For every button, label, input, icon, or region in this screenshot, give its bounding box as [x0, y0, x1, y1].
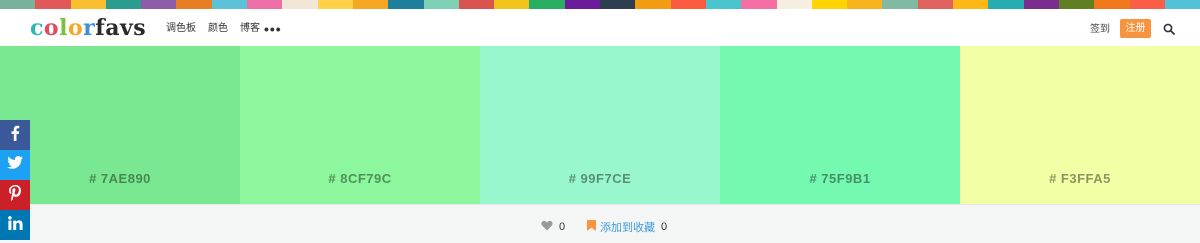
color-strip-segment	[352, 0, 389, 9]
color-strip-segment	[705, 0, 742, 9]
color-swatch[interactable]: # 99F7CE	[480, 46, 720, 204]
color-strip-segment	[1023, 0, 1059, 9]
color-strip-segment	[105, 0, 142, 9]
nav-link-blog[interactable]: 博客	[240, 22, 260, 36]
color-strip-segment	[494, 0, 530, 9]
color-strip-segment	[882, 0, 918, 9]
linkedin-share-button[interactable]	[0, 210, 30, 240]
login-link[interactable]: 签到	[1090, 23, 1110, 37]
facebook-share-button[interactable]	[0, 120, 30, 150]
swatch-hex-label: # 75F9B1	[809, 171, 871, 186]
color-strip-segment	[458, 0, 495, 9]
palette-actions: 0 添加到收藏 0	[0, 204, 1200, 243]
nav-link-colors[interactable]: 颜色	[208, 22, 228, 36]
pinterest-icon	[9, 184, 21, 206]
color-strip-segment	[847, 0, 883, 9]
logo-letter: r	[83, 15, 96, 41]
favorite-count: 0	[661, 221, 668, 233]
palette-swatches: # 7AE890 # 8CF79C # 99F7CE # 75F9B1 # F3…	[0, 46, 1200, 204]
color-strip-segment	[600, 0, 636, 9]
facebook-icon	[10, 125, 20, 146]
color-strip-segment	[988, 0, 1024, 9]
color-strip-segment	[317, 0, 353, 9]
color-strip-segment	[282, 0, 318, 9]
logo-letter: f	[95, 15, 106, 41]
twitter-share-button[interactable]	[0, 150, 30, 180]
swatch-hex-label: # F3FFA5	[1049, 171, 1111, 186]
color-swatch[interactable]: # 7AE890	[0, 46, 240, 204]
color-strip-segment	[1129, 0, 1165, 9]
add-to-favorites-label: 添加到收藏	[600, 222, 655, 234]
color-strip-segment	[211, 0, 248, 9]
bookmark-icon	[587, 218, 596, 236]
color-strip-segment	[741, 0, 777, 9]
nav-links: 调色板 颜色 博客	[166, 22, 272, 36]
color-swatch[interactable]: # 75F9B1	[720, 46, 960, 204]
logo-letter: a	[105, 15, 120, 41]
color-strip-segment	[776, 0, 812, 9]
color-strip-segment	[388, 0, 424, 9]
like-button[interactable]: 0	[541, 218, 565, 236]
social-share-bar	[0, 120, 30, 240]
register-button[interactable]: 注册	[1120, 19, 1151, 38]
swatch-hex-label: # 7AE890	[89, 171, 151, 186]
color-strip-segment	[1164, 0, 1200, 9]
pinterest-share-button[interactable]	[0, 180, 30, 210]
color-strip-segment	[811, 0, 848, 9]
top-nav: colorfavs 调色板 颜色 博客 ••• 签到 注册	[0, 9, 1200, 46]
color-strip-segment	[35, 0, 71, 9]
color-strip-segment	[953, 0, 989, 9]
search-icon[interactable]	[1163, 22, 1175, 35]
logo-letter: v	[119, 15, 134, 41]
nav-link-palettes[interactable]: 调色板	[166, 22, 196, 36]
logo-letter: c	[30, 15, 44, 41]
color-strip-segment	[635, 0, 671, 9]
twitter-icon	[7, 156, 23, 174]
more-menu-button[interactable]: •••	[264, 22, 282, 36]
color-strip-segment	[670, 0, 706, 9]
color-strip-segment	[423, 0, 459, 9]
color-strip-segment	[70, 0, 106, 9]
color-swatch[interactable]: # F3FFA5	[960, 46, 1200, 204]
color-strip-segment	[141, 0, 177, 9]
color-strip-segment	[247, 0, 283, 9]
swatch-hex-label: # 8CF79C	[328, 171, 392, 186]
swatch-hex-label: # 99F7CE	[568, 171, 632, 186]
color-swatch[interactable]: # 8CF79C	[240, 46, 480, 204]
add-to-favorites-button[interactable]: 添加到收藏 0	[587, 218, 667, 236]
logo-letter: s	[133, 15, 147, 41]
logo-letter: l	[59, 15, 68, 41]
color-strip-segment	[0, 0, 36, 9]
color-strip-segment	[917, 0, 954, 9]
like-count: 0	[559, 221, 566, 233]
logo-letter: o	[67, 15, 84, 41]
color-strip-segment	[176, 0, 212, 9]
color-strip	[0, 0, 1200, 9]
color-strip-segment	[529, 0, 565, 9]
color-strip-segment	[1058, 0, 1095, 9]
logo-letter: o	[43, 15, 60, 41]
color-strip-segment	[564, 0, 601, 9]
heart-icon	[541, 218, 553, 236]
linkedin-icon	[7, 215, 23, 235]
color-strip-segment	[1094, 0, 1130, 9]
site-logo[interactable]: colorfavs	[30, 15, 146, 41]
